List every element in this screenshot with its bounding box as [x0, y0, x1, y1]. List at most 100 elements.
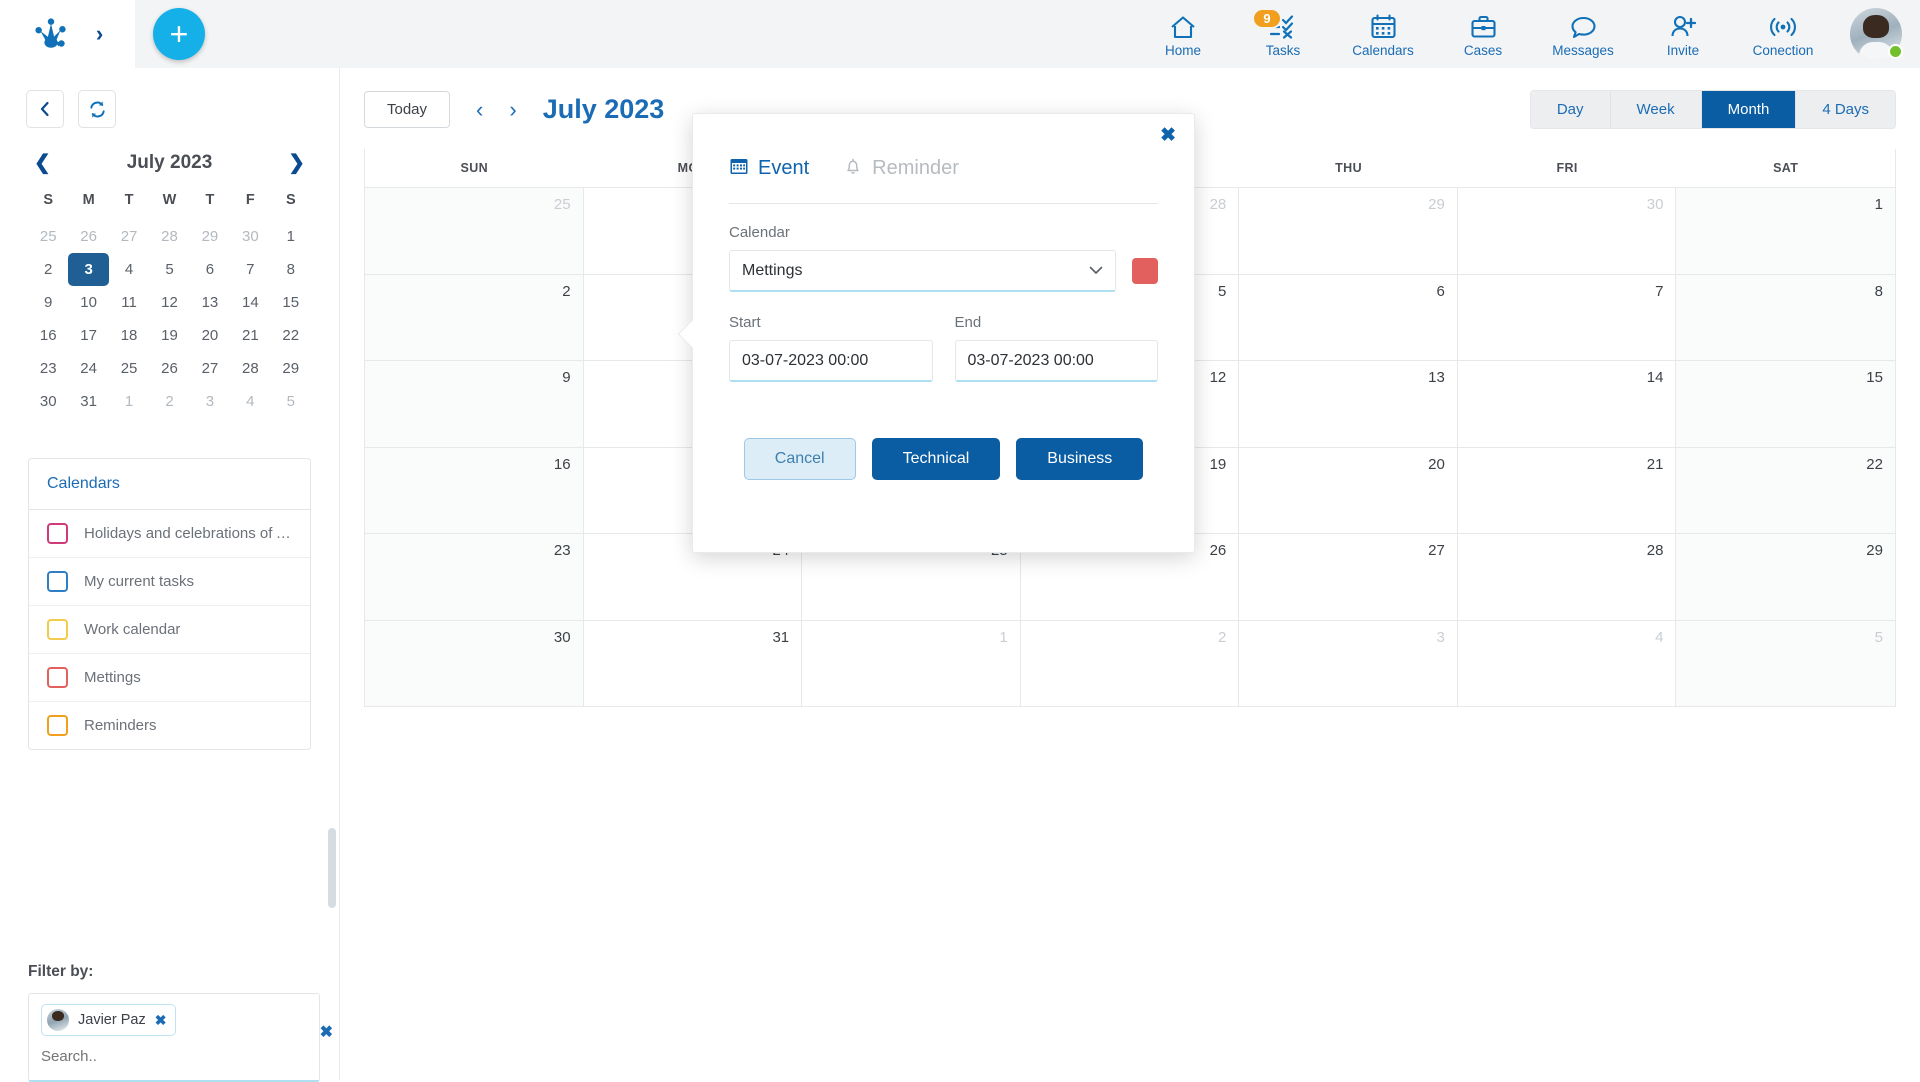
- month-day-cell[interactable]: 15: [1676, 360, 1895, 447]
- view-button-4-days[interactable]: 4 Days: [1796, 91, 1895, 128]
- cancel-button[interactable]: Cancel: [743, 438, 856, 480]
- nav-item-conection[interactable]: Conection: [1744, 0, 1822, 68]
- mini-calendar-day[interactable]: 14: [230, 286, 270, 319]
- mini-calendar-day[interactable]: 24: [68, 352, 108, 385]
- mini-calendar-day[interactable]: 3: [190, 385, 230, 418]
- mini-calendar-day[interactable]: 26: [149, 352, 189, 385]
- calendar-checkbox[interactable]: [47, 523, 68, 544]
- filter-chip-javier-paz[interactable]: Javier Paz ✖: [41, 1004, 177, 1036]
- calendar-checkbox[interactable]: [47, 571, 68, 592]
- month-day-cell[interactable]: 4: [1457, 619, 1677, 706]
- month-day-cell[interactable]: 13: [1239, 360, 1458, 447]
- mini-calendar-day[interactable]: 1: [109, 385, 149, 418]
- mini-calendar-next-icon[interactable]: ❯: [288, 153, 305, 173]
- view-button-month[interactable]: Month: [1701, 91, 1797, 128]
- month-day-cell[interactable]: 2: [1020, 619, 1240, 706]
- end-date-input[interactable]: [954, 340, 1158, 382]
- mini-calendar-day[interactable]: 4: [109, 253, 149, 286]
- month-day-cell[interactable]: 14: [1457, 360, 1677, 447]
- month-day-cell[interactable]: 9: [365, 360, 584, 447]
- month-day-cell[interactable]: 3: [1239, 619, 1458, 706]
- mini-calendar-day[interactable]: 19: [149, 319, 189, 352]
- technical-button[interactable]: Technical: [871, 438, 1001, 480]
- calendar-prev-icon[interactable]: ‹: [476, 98, 483, 121]
- month-day-cell[interactable]: 8: [1676, 273, 1895, 360]
- month-day-cell[interactable]: 21: [1457, 446, 1677, 533]
- mini-calendar-day[interactable]: 28: [149, 220, 189, 253]
- mini-calendar-day[interactable]: 2: [149, 385, 189, 418]
- mini-calendar-day[interactable]: 26: [68, 220, 108, 253]
- calendar-list-item[interactable]: Work calendar: [29, 606, 310, 654]
- nav-item-calendars[interactable]: Calendars: [1344, 0, 1422, 68]
- mini-calendar-day[interactable]: 29: [190, 220, 230, 253]
- month-day-cell[interactable]: 7: [1457, 273, 1677, 360]
- month-day-cell[interactable]: 29: [1676, 533, 1895, 620]
- mini-calendar-day[interactable]: 7: [230, 253, 270, 286]
- mini-calendar-day[interactable]: 18: [109, 319, 149, 352]
- chip-remove-icon[interactable]: ✖: [155, 1012, 167, 1029]
- calendar-list-item[interactable]: Mettings: [29, 654, 310, 702]
- mini-calendar-prev-icon[interactable]: ❮: [34, 153, 51, 173]
- mini-calendar-day[interactable]: 22: [271, 319, 311, 352]
- month-day-cell[interactable]: 30: [365, 619, 584, 706]
- mini-calendar-day[interactable]: 23: [28, 352, 68, 385]
- mini-calendar-day[interactable]: 27: [190, 352, 230, 385]
- calendar-checkbox[interactable]: [47, 667, 68, 688]
- add-button[interactable]: +: [153, 8, 205, 60]
- month-day-cell[interactable]: 31: [583, 619, 803, 706]
- month-day-cell[interactable]: 5: [1676, 619, 1895, 706]
- calendar-color-swatch[interactable]: [1132, 258, 1158, 284]
- mini-calendar-day[interactable]: 5: [271, 385, 311, 418]
- mini-calendar-day[interactable]: 29: [271, 352, 311, 385]
- mini-calendar-day[interactable]: 10: [68, 286, 108, 319]
- view-button-day[interactable]: Day: [1530, 91, 1611, 128]
- mini-calendar-day[interactable]: 25: [109, 352, 149, 385]
- mini-calendar-day[interactable]: 17: [68, 319, 108, 352]
- month-day-cell[interactable]: 29: [1239, 187, 1458, 274]
- nav-item-cases[interactable]: Cases: [1444, 0, 1522, 68]
- mini-calendar-day[interactable]: 28: [230, 352, 270, 385]
- sidebar-collapse-button[interactable]: [26, 90, 64, 128]
- month-day-cell[interactable]: 22: [1676, 446, 1895, 533]
- mini-calendar-day[interactable]: 12: [149, 286, 189, 319]
- calendar-next-icon[interactable]: ›: [509, 98, 516, 121]
- month-day-cell[interactable]: 1: [1676, 187, 1895, 274]
- nav-item-invite[interactable]: Invite: [1644, 0, 1722, 68]
- month-day-cell[interactable]: 20: [1239, 446, 1458, 533]
- tab-event[interactable]: Event: [729, 156, 809, 189]
- view-button-week[interactable]: Week: [1610, 91, 1702, 128]
- nav-item-messages[interactable]: Messages: [1544, 0, 1622, 68]
- calendar-list-item[interactable]: Reminders: [29, 702, 310, 749]
- month-day-cell[interactable]: 6: [1239, 273, 1458, 360]
- filter-search-input[interactable]: [41, 1048, 307, 1065]
- calendar-list-item[interactable]: My current tasks: [29, 558, 310, 606]
- month-day-cell[interactable]: 28: [1457, 533, 1677, 620]
- start-date-input[interactable]: [729, 340, 933, 382]
- mini-calendar-day[interactable]: 20: [190, 319, 230, 352]
- refresh-sync-button[interactable]: [78, 90, 116, 128]
- mini-calendar-day[interactable]: 8: [271, 253, 311, 286]
- filter-input-box[interactable]: ✖ Javier Paz ✖: [28, 993, 333, 1082]
- mini-calendar-day[interactable]: 25: [28, 220, 68, 253]
- network-node-logo-icon[interactable]: [32, 15, 70, 53]
- calendar-checkbox[interactable]: [47, 619, 68, 640]
- mini-calendar-day[interactable]: 5: [149, 253, 189, 286]
- mini-calendar-day[interactable]: 4: [230, 385, 270, 418]
- mini-calendar-day[interactable]: 1: [271, 220, 311, 253]
- month-day-cell[interactable]: 23: [365, 533, 584, 620]
- month-day-cell[interactable]: 27: [1239, 533, 1458, 620]
- mini-calendar-day[interactable]: 2: [28, 253, 68, 286]
- mini-calendar-day[interactable]: 9: [28, 286, 68, 319]
- avatar[interactable]: [1850, 8, 1903, 60]
- month-day-cell[interactable]: 2: [365, 273, 584, 360]
- today-button[interactable]: Today: [364, 91, 451, 128]
- month-day-cell[interactable]: 1: [802, 619, 1021, 706]
- modal-close-icon[interactable]: ✖: [1160, 126, 1176, 145]
- mini-calendar-day[interactable]: 30: [230, 220, 270, 253]
- nav-item-tasks[interactable]: 9 Tasks: [1244, 0, 1322, 68]
- month-day-cell[interactable]: 30: [1457, 187, 1677, 274]
- calendar-list-item[interactable]: Holidays and celebrations of A…: [29, 510, 310, 558]
- mini-calendar-day[interactable]: 21: [230, 319, 270, 352]
- mini-calendar-day[interactable]: 27: [109, 220, 149, 253]
- filter-clear-icon[interactable]: ✖: [320, 1022, 333, 1042]
